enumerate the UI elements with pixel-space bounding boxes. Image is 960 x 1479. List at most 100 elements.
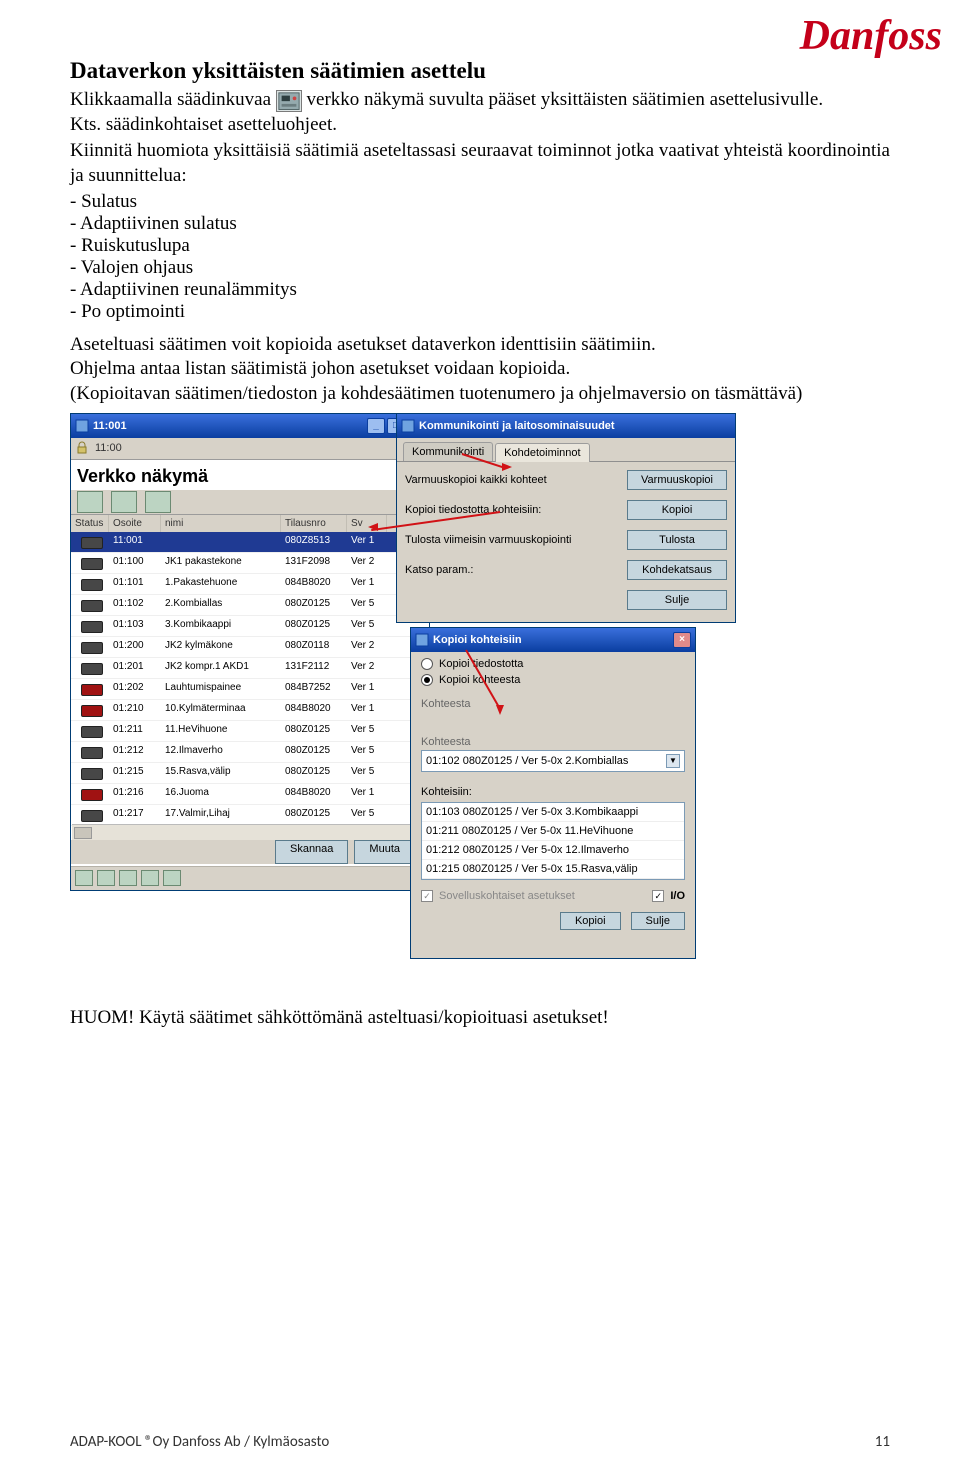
chevron-down-icon[interactable]: ▼	[666, 754, 680, 768]
bullet-item: Adaptiivinen reunalämmitys	[70, 279, 890, 301]
table-row[interactable]: 01:21616.Juoma084B8020Ver 1	[71, 784, 429, 805]
panel-button[interactable]: Tulosta	[627, 530, 727, 550]
win3-button-row: Kopioi Sulje	[411, 906, 695, 936]
select-value: 01:102 080Z0125 / Ver 5-0x 2.Kombiallas	[426, 755, 628, 767]
close-button[interactable]: ×	[673, 632, 691, 648]
table-row[interactable]: 01:21212.Ilmaverho080Z0125Ver 5	[71, 742, 429, 763]
annotation-arrowhead	[502, 463, 512, 471]
win2-titlebar[interactable]: Kommunikointi ja laitosominaisuudet	[397, 414, 735, 438]
table-row[interactable]: 01:1033.Kombikaappi080Z0125Ver 5	[71, 616, 429, 637]
table-row[interactable]: 01:21111.HeVihuone080Z0125Ver 5	[71, 721, 429, 742]
paragraph-2: Kts. säädinkohtaiset asetteluohjeet.	[70, 113, 890, 138]
window-icon	[415, 633, 429, 647]
para1-before: Klikkaamalla säädinkuvaa	[70, 89, 276, 110]
paragraph-5: Ohjelma antaa listan säätimistä johon as…	[70, 357, 890, 382]
bullet-item: Ruiskutuslupa	[70, 235, 890, 257]
skannaa-button[interactable]: Skannaa	[275, 840, 348, 864]
win2-title-text: Kommunikointi ja laitosominaisuudet	[419, 420, 615, 432]
window-kopioi-kohteisiin: Kopioi kohteisiin × Kopioi tiedostotta K…	[410, 627, 696, 959]
footer-center: Oy Danfoss Ab / Kylmäosasto	[153, 1433, 330, 1451]
checkbox-label: Sovelluskohtaiset asetukset	[439, 890, 575, 902]
table-row[interactable]: 01:201JK2 kompr.1 AKD1131F2112Ver 2	[71, 658, 429, 679]
screenshot-composite: 11:001 _ □ × 11:00 Verkko näkymä Status …	[70, 413, 760, 961]
toolbar-btn-3[interactable]	[145, 491, 171, 513]
bottom-btn[interactable]	[97, 870, 115, 886]
table-row[interactable]: 01:202Lauhtumispainee084B7252Ver 1	[71, 679, 429, 700]
kohteisiin-list[interactable]: 01:103 080Z0125 / Ver 5-0x 3.Kombikaappi…	[421, 802, 685, 880]
footer-left: ADAP-KOOL ®	[70, 1433, 153, 1451]
table-row[interactable]: 01:21515.Rasva,välip080Z0125Ver 5	[71, 763, 429, 784]
panel-button[interactable]: Varmuuskopioi	[627, 470, 727, 490]
footer-page-number: 11	[835, 1433, 890, 1451]
paragraph-1: Klikkaamalla säädinkuvaa verkko näkymä s…	[70, 88, 890, 113]
address-text: 11:00	[95, 442, 425, 454]
radio-kohteesta[interactable]: Kopioi kohteesta	[421, 674, 685, 686]
table-row[interactable]: 01:21010.Kylmäterminaa084B8020Ver 1	[71, 700, 429, 721]
win2-panel: Varmuuskopioi kaikki kohteet Varmuuskopio…	[397, 462, 735, 618]
table-row[interactable]: 01:21717.Valmir,Lihaj080Z0125Ver 5	[71, 805, 429, 826]
radio-tiedostotta[interactable]: Kopioi tiedostotta	[421, 658, 685, 670]
table-row[interactable]: 01:1022.Kombiallas080Z0125Ver 5	[71, 595, 429, 616]
radio-group: Kopioi tiedostotta Kopioi kohteesta	[411, 652, 695, 692]
hdr-osoite: Osoite	[109, 515, 161, 532]
panel-row: Tulosta viimeisin varmuuskopiointiTulost…	[405, 530, 727, 550]
para1-after: verkko näkymä suvulta pääset yksittäiste…	[307, 89, 824, 110]
annotation-arrowhead	[496, 705, 504, 715]
toolbar-btn-2[interactable]	[111, 491, 137, 513]
toolbar-btn-1[interactable]	[77, 491, 103, 513]
kopioi-button[interactable]: Kopioi	[560, 912, 621, 930]
annotation-arrowhead	[368, 523, 378, 531]
controller-icon	[276, 90, 302, 112]
win3-titlebar[interactable]: Kopioi kohteisiin ×	[411, 628, 695, 652]
window-network-view: 11:001 _ □ × 11:00 Verkko näkymä Status …	[70, 413, 430, 891]
paragraph-3: Kiinnitä huomiota yksittäisiä säätimiä a…	[70, 139, 890, 188]
address-bar: 11:00	[71, 438, 429, 460]
checkbox-io[interactable]: ✓	[652, 890, 664, 902]
bullet-list: SulatusAdaptiivinen sulatusRuiskutuslupa…	[70, 191, 890, 323]
list-item[interactable]: 01:211 080Z0125 / Ver 5-0x 11.HeVihuone	[422, 822, 684, 841]
window-icon	[401, 419, 415, 433]
list-item[interactable]: 01:212 080Z0125 / Ver 5-0x 12.Ilmaverho	[422, 841, 684, 860]
tab-kohdetoiminnot[interactable]: Kohdetoiminnot	[495, 443, 589, 462]
panel-button[interactable]: Kopioi	[627, 500, 727, 520]
panel-row: Katso param.: Kohdekatsaus	[405, 560, 727, 580]
win2-tabbar: Kommunikointi Kohdetoiminnot	[397, 438, 735, 462]
bottom-btn[interactable]	[119, 870, 137, 886]
panel-label: Katso param.:	[405, 564, 473, 576]
table-row[interactable]: 01:200JK2 kylmäkone080Z0118Ver 2	[71, 637, 429, 658]
muuta-button[interactable]: Muuta	[354, 840, 415, 864]
bottom-btn[interactable]	[141, 870, 159, 886]
bottom-btn[interactable]	[163, 870, 181, 886]
table-row[interactable]: 01:1011.Pakastehuone084B8020Ver 1	[71, 574, 429, 595]
label-kohteesta: Kohteesta	[411, 692, 695, 712]
bullet-item: Po optimointi	[70, 301, 890, 323]
kohteesta-select[interactable]: 01:102 080Z0125 / Ver 5-0x 2.Kombiallas …	[421, 750, 685, 772]
sulje-button[interactable]: Sulje	[627, 590, 727, 610]
win1-title-text: 11:001	[93, 420, 127, 432]
list-item[interactable]: 01:103 080Z0125 / Ver 5-0x 3.Kombikaappi	[422, 803, 684, 822]
win1-titlebar[interactable]: 11:001 _ □ ×	[71, 414, 429, 438]
window-icon	[75, 419, 89, 433]
bullet-item: Adaptiivinen sulatus	[70, 213, 890, 235]
paragraph-6: (Kopioitavan säätimen/tiedoston ja kohde…	[70, 382, 890, 407]
hdr-status: Status	[71, 515, 109, 532]
win1-button-bar: Skannaa Muuta	[71, 840, 429, 864]
bottom-btn[interactable]	[75, 870, 93, 886]
label-kohteesta-2: Kohteesta	[411, 730, 695, 750]
list-item[interactable]: 01:215 080Z0125 / Ver 5-0x 15.Rasva,väli…	[422, 860, 684, 879]
table-row[interactable]: 11:001080Z8513Ver 1	[71, 532, 429, 553]
checkbox-sovellus[interactable]: ✓	[421, 890, 433, 902]
h-scrollbar[interactable]	[72, 824, 428, 840]
bullet-item: Sulatus	[70, 191, 890, 213]
panel-button[interactable]: Kohdekatsaus	[627, 560, 727, 580]
brand-logo: Danfoss	[800, 12, 942, 60]
note-paragraph: HUOM! Käytä säätimet sähköttömänä astelt…	[70, 1007, 890, 1029]
label-kohteisiin: Kohteisiin:	[411, 780, 695, 800]
io-label: I/O	[670, 890, 685, 902]
checkbox-row: ✓ Sovelluskohtaiset asetukset ✓ I/O	[411, 886, 695, 906]
lock-icon	[75, 441, 89, 455]
panel-label: Varmuuskopioi kaikki kohteet	[405, 474, 547, 486]
sulje-button[interactable]: Sulje	[631, 912, 685, 930]
minimize-button[interactable]: _	[367, 418, 385, 434]
table-row[interactable]: 01:100JK1 pakastekone131F2098Ver 2	[71, 553, 429, 574]
